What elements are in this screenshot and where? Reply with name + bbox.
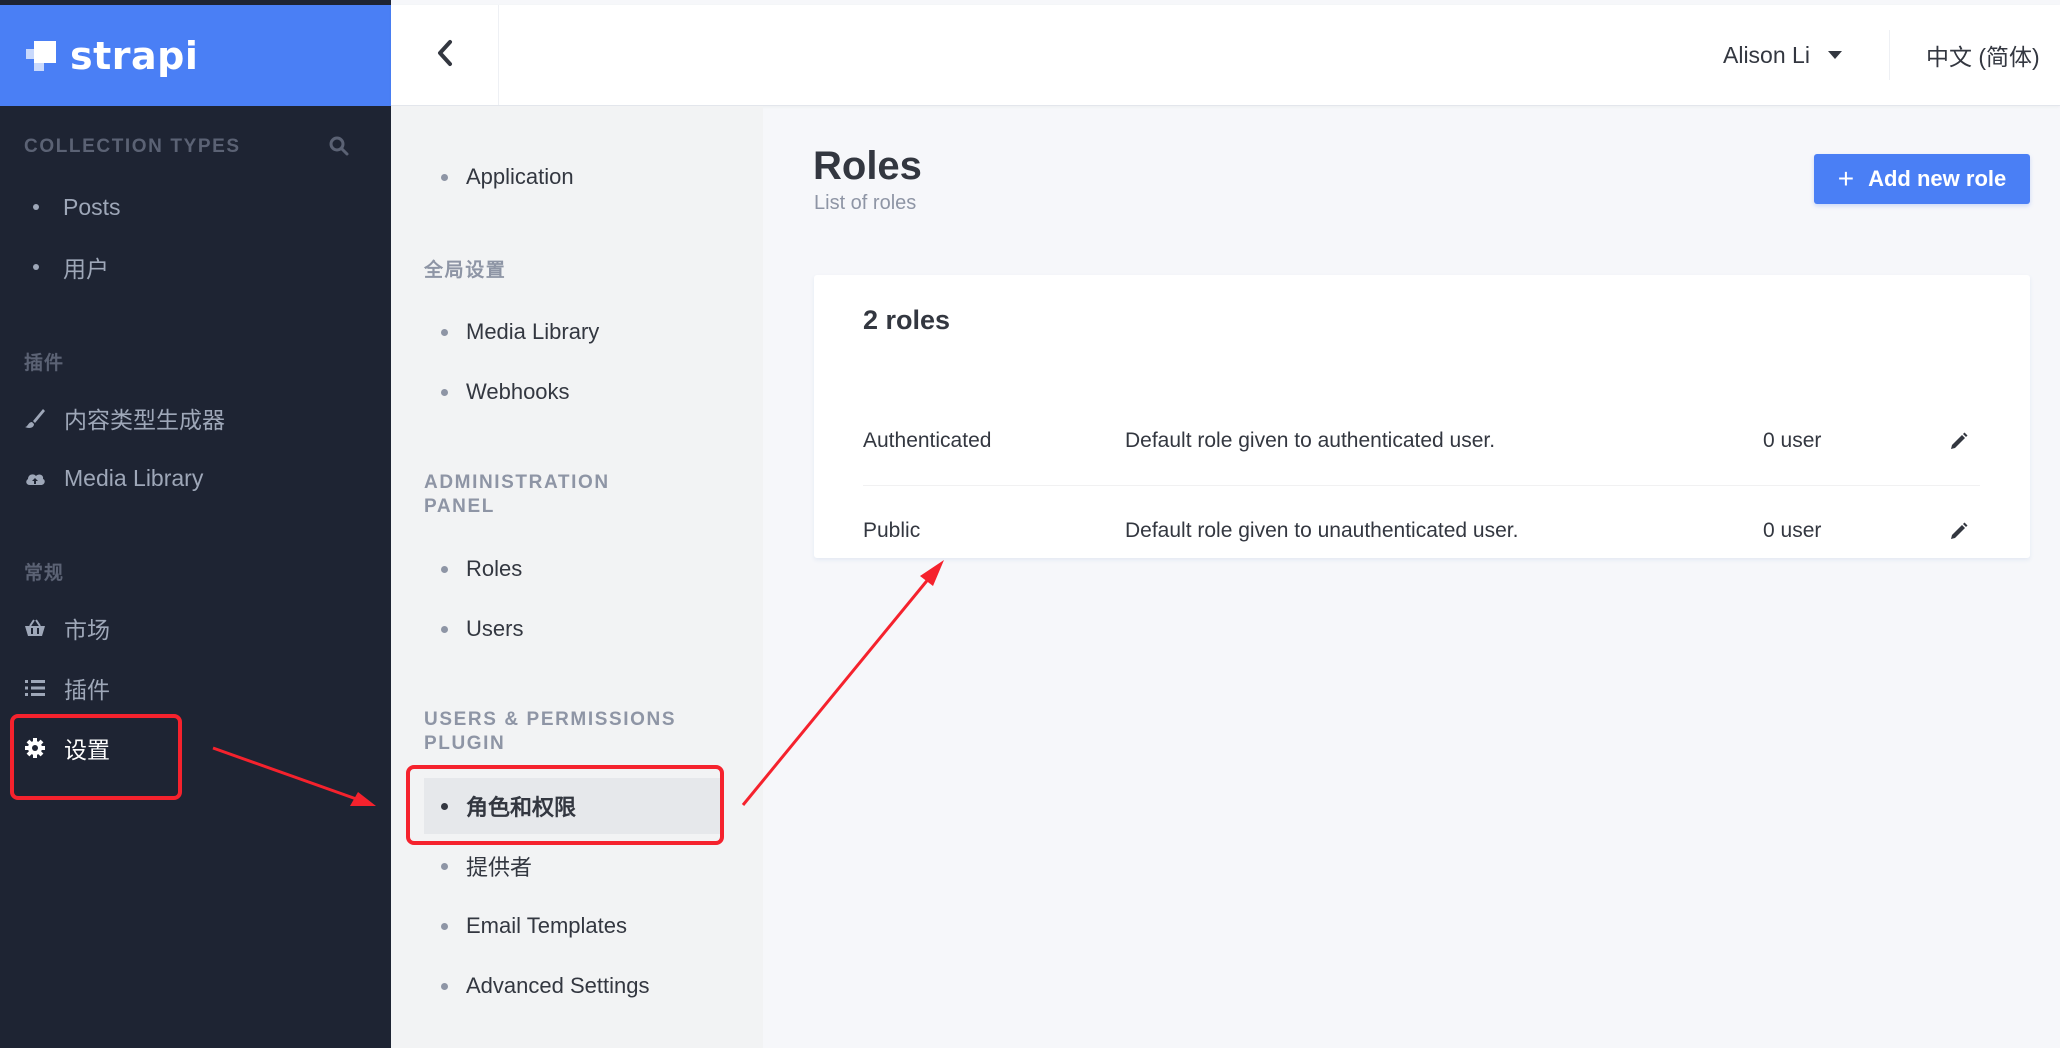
bullet-icon <box>441 388 448 396</box>
caret-down-icon <box>1827 51 1842 59</box>
add-new-role-label: Add new role <box>1868 166 2007 191</box>
bullet-icon <box>441 982 448 990</box>
sidebar-item-plugins[interactable]: 插件 <box>24 668 110 708</box>
user-name: Alison Li <box>1723 41 1810 68</box>
brand-name: strapi <box>70 33 199 78</box>
heading-line: USERS & PERMISSIONS <box>424 709 677 730</box>
list-icon <box>24 677 46 699</box>
settings-nav-label: Roles <box>466 556 523 581</box>
roles-count: 2 roles <box>863 305 951 335</box>
role-description: Default role given to authenticated user… <box>1125 429 1496 452</box>
role-row[interactable]: Authenticated Default role given to auth… <box>863 397 1980 486</box>
heading-line: PLUGIN <box>424 733 506 754</box>
plugins-heading: 插件 <box>24 353 65 374</box>
bullet-icon <box>441 173 448 181</box>
role-description: Default role given to unauthenticated us… <box>1125 518 1519 542</box>
settings-nav-label: Media Library <box>466 319 600 344</box>
sidebar-item-label: 内容类型生成器 <box>64 407 225 433</box>
settings-nav-users[interactable]: Users <box>424 601 724 657</box>
administration-panel-heading: ADMINISTRATION PANEL <box>424 471 610 519</box>
settings-nav-label: Application <box>466 164 574 189</box>
role-user-count: 0 user <box>1763 429 1822 452</box>
settings-navigation: Application 全局设置 Media Library Webhooks … <box>391 106 763 1048</box>
settings-nav-webhooks[interactable]: Webhooks <box>424 364 724 420</box>
plus-icon: + <box>1837 163 1855 194</box>
cloud-upload-icon <box>24 467 46 489</box>
role-name: Public <box>863 518 921 542</box>
top-header: Alison Li 中文 (简体) <box>391 5 2060 106</box>
settings-nav-advanced-settings[interactable]: Advanced Settings <box>424 958 724 1014</box>
bullet-icon <box>441 565 448 573</box>
settings-nav-media-library[interactable]: Media Library <box>424 304 724 360</box>
sidebar-item-marketplace[interactable]: 市场 <box>24 608 110 648</box>
bullet-icon <box>441 625 448 633</box>
chevron-left-icon <box>435 38 455 73</box>
settings-nav-email-templates[interactable]: Email Templates <box>424 898 724 954</box>
sidebar-item-label: 市场 <box>64 617 110 643</box>
settings-nav-application[interactable]: Application <box>424 149 724 205</box>
settings-nav-roles[interactable]: Roles <box>424 541 724 597</box>
main-sidebar: strapi COLLECTION TYPES Posts 用户 插件 内容类型… <box>0 0 391 1048</box>
sidebar-item-content-type-builder[interactable]: 内容类型生成器 <box>24 398 225 438</box>
bullet-icon <box>441 802 448 810</box>
collection-types-heading: COLLECTION TYPES <box>24 136 241 157</box>
bullet-icon <box>441 922 448 930</box>
collapse-sidebar-button[interactable] <box>391 5 499 105</box>
page-subtitle: List of roles <box>814 192 917 214</box>
add-new-role-button[interactable]: + Add new role <box>1814 154 2030 204</box>
sidebar-item-label: 用户 <box>63 256 109 282</box>
pencil-icon[interactable] <box>1947 429 1971 453</box>
sidebar-item-label: 插件 <box>64 677 110 703</box>
role-row[interactable]: Public Default role given to unauthentic… <box>863 486 1980 575</box>
sidebar-item-posts[interactable]: Posts <box>24 187 121 227</box>
shopping-basket-icon <box>24 617 46 639</box>
sidebar-item-users[interactable]: 用户 <box>24 247 109 287</box>
settings-nav-providers[interactable]: 提供者 <box>424 838 724 894</box>
settings-nav-label: Webhooks <box>466 379 570 404</box>
main-content: Roles List of roles + Add new role 2 rol… <box>763 106 2060 1048</box>
page-title: Roles <box>813 144 922 188</box>
brand-logo[interactable]: strapi <box>0 5 391 106</box>
gear-icon <box>24 737 46 759</box>
sidebar-item-label: Media Library <box>64 464 204 491</box>
search-icon[interactable] <box>328 135 350 157</box>
role-user-count: 0 user <box>1763 518 1822 542</box>
users-permissions-plugin-heading: USERS & PERMISSIONS PLUGIN <box>424 708 676 756</box>
settings-nav-label: Advanced Settings <box>466 973 650 998</box>
bullet-icon <box>33 204 39 210</box>
global-settings-heading: 全局设置 <box>424 260 507 281</box>
header-divider <box>1889 30 1890 80</box>
bullet-icon <box>33 264 39 270</box>
sidebar-item-label: Posts <box>63 193 121 220</box>
bullet-icon <box>441 328 448 336</box>
settings-nav-label: Users <box>466 616 524 641</box>
sidebar-item-media-library[interactable]: Media Library <box>24 458 203 498</box>
role-name: Authenticated <box>863 429 992 452</box>
roles-list-card: 2 roles Authenticated Default role given… <box>814 275 2030 558</box>
sidebar-item-settings[interactable]: 设置 <box>24 728 110 768</box>
language-switcher[interactable]: 中文 (简体) <box>1926 5 2040 105</box>
settings-nav-label: 提供者 <box>466 855 533 880</box>
settings-nav-label: 角色和权限 <box>466 795 577 820</box>
bullet-icon <box>441 862 448 870</box>
sidebar-item-label: 设置 <box>64 737 110 763</box>
settings-nav-label: Email Templates <box>466 913 627 938</box>
user-menu-dropdown[interactable]: Alison Li <box>1723 5 1842 105</box>
paint-brush-icon <box>24 407 46 429</box>
general-heading: 常规 <box>24 563 65 584</box>
heading-line: PANEL <box>424 496 495 517</box>
pencil-icon[interactable] <box>1947 519 1971 543</box>
strapi-logo-icon <box>24 39 58 73</box>
settings-nav-roles-permissions[interactable]: 角色和权限 <box>424 778 724 834</box>
heading-line: ADMINISTRATION <box>424 472 610 493</box>
